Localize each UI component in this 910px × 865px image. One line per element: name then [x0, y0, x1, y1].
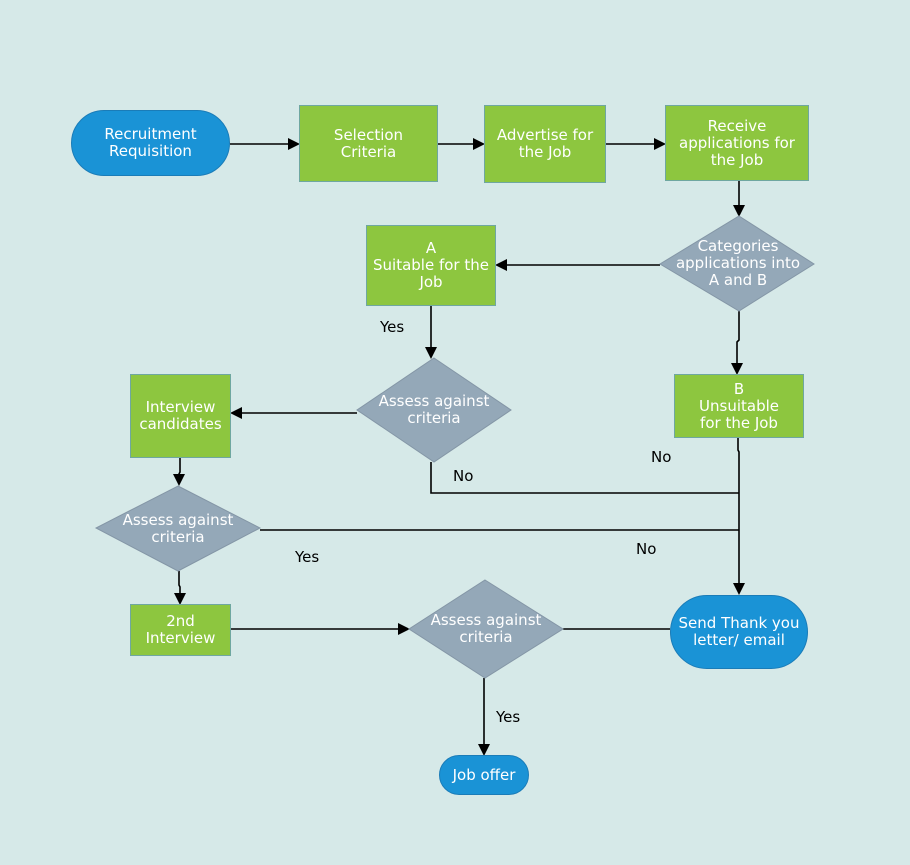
node-label: B Unsuitable for the Job	[699, 379, 779, 432]
edge-label-no-assess-1: No	[453, 467, 474, 485]
decision-assess-3[interactable]: Assess against criteria	[409, 580, 563, 678]
process-second-interview[interactable]: 2nd Interview	[130, 604, 231, 656]
process-advertise-job[interactable]: Advertise for the Job	[484, 105, 606, 183]
decision-categorise-applications[interactable]: Categories applications into A and B	[660, 216, 816, 311]
terminal-send-thank-you[interactable]: Send Thank you letter/ email	[670, 595, 808, 669]
edge-label-no-unsuitable: No	[651, 448, 672, 466]
edge-unsuitable-to-thankyou	[733, 438, 745, 595]
edge-label-yes-assess-3: Yes	[496, 708, 521, 726]
node-label: Categories applications into A and B	[675, 237, 801, 289]
process-interview-candidates[interactable]: Interview candidates	[130, 374, 231, 458]
node-label: Selection Criteria	[333, 125, 404, 161]
decision-assess-2[interactable]: Assess against criteria	[96, 486, 260, 571]
process-suitable-a[interactable]: A Suitable for the Job	[366, 225, 496, 306]
node-label: 2nd Interview	[145, 612, 216, 647]
process-receive-applications[interactable]: Receive applications for the Job	[665, 105, 809, 181]
node-label: A Suitable for the Job	[373, 239, 489, 291]
edge-assess1-no	[430, 462, 739, 494]
node-label: Assess against criteria	[430, 611, 542, 646]
process-selection-criteria[interactable]: Selection Criteria	[299, 105, 438, 182]
node-label: Receive applications for the Job	[679, 116, 795, 169]
edge-assess2-to-second	[174, 571, 186, 605]
node-label: Interview candidates	[139, 398, 222, 433]
edge-label-no-assess-2: No	[636, 540, 657, 558]
node-label: Assess against criteria	[378, 392, 490, 427]
node-label: Recruitment Requisition	[104, 125, 197, 160]
edge-label-yes-assess-2: Yes	[295, 548, 320, 566]
terminal-job-offer[interactable]: Job offer	[439, 755, 529, 795]
node-label: Job offer	[452, 765, 516, 784]
edge-categorise-to-unsuitable	[731, 310, 743, 375]
decision-assess-1[interactable]: Assess against criteria	[357, 358, 511, 462]
edge-label-yes-suitable: Yes	[380, 318, 405, 336]
terminal-recruitment-requisition[interactable]: Recruitment Requisition	[71, 110, 230, 176]
node-label: Send Thank you letter/ email	[678, 614, 800, 649]
node-label: Advertise for the Job	[496, 126, 594, 161]
process-unsuitable-b[interactable]: B Unsuitable for the Job	[674, 374, 804, 438]
node-label: Assess against criteria	[122, 510, 234, 546]
edge-interview-to-assess2	[173, 458, 185, 486]
